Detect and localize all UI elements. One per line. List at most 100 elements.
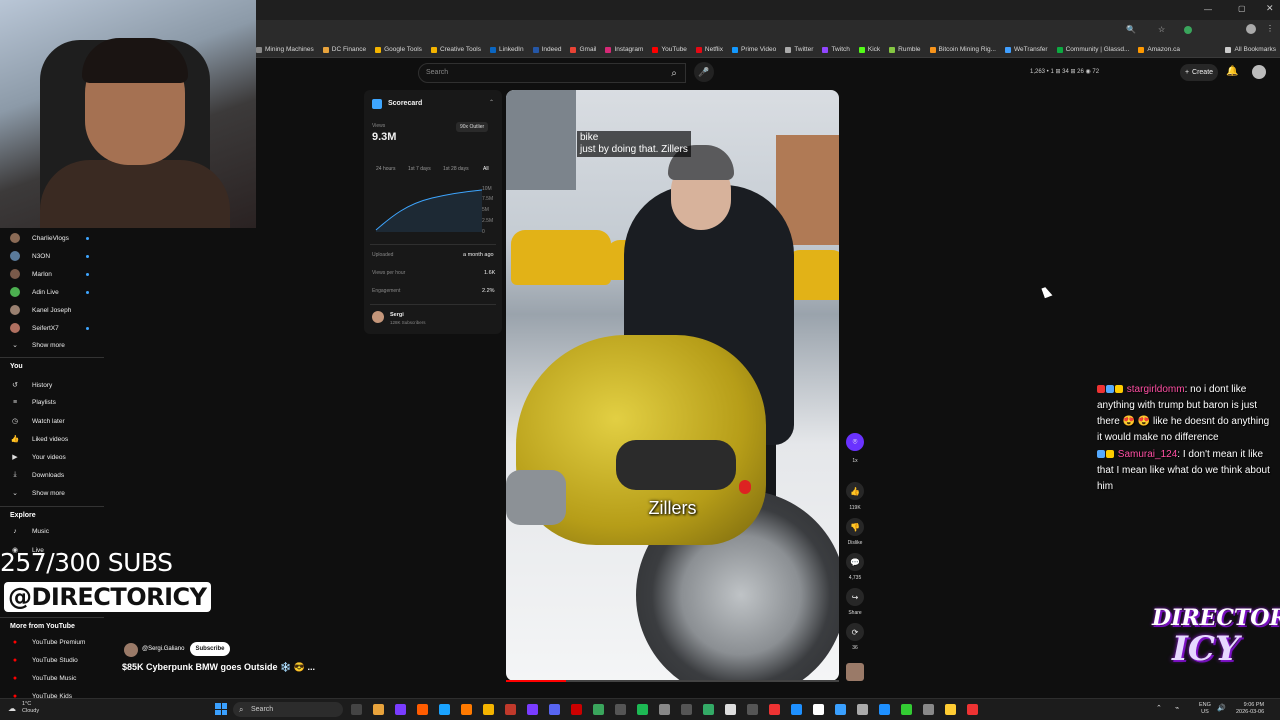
remix-button[interactable]: ⟳ (846, 623, 864, 641)
bookmark-item[interactable]: Prime Video (731, 46, 776, 53)
taskbar-app-icon[interactable] (659, 704, 670, 715)
bookmark-item[interactable]: Mining Machines (256, 46, 314, 53)
taskbar-app-icon[interactable] (439, 704, 450, 715)
sidebar-subscription[interactable]: CharlieVlogs (10, 233, 69, 243)
taskbar-app-icon[interactable] (571, 704, 582, 715)
comments-button[interactable]: 💬 (846, 553, 864, 571)
minimize-icon[interactable]: — (1204, 5, 1212, 14)
video-progress-bar[interactable] (506, 680, 839, 682)
sidebar-item-youtube-music[interactable]: ● YouTube Music (10, 675, 76, 682)
bookmark-item[interactable]: Twitter (785, 46, 813, 53)
sidebar-item-youtube-studio[interactable]: ● YouTube Studio (10, 657, 78, 664)
taskbar-app-icon[interactable] (549, 704, 560, 715)
taskbar-app-icon[interactable] (835, 704, 846, 715)
taskbar-app-icon[interactable] (373, 704, 384, 715)
you-heading[interactable]: You (10, 363, 23, 370)
taskbar-app-icon[interactable] (945, 704, 956, 715)
tab-first-7-days[interactable]: 1st 7 days (408, 166, 431, 172)
taskbar-app-icon[interactable] (681, 704, 692, 715)
maximize-icon[interactable]: ▢ (1238, 4, 1246, 13)
tab-24-hours[interactable]: 24 hours (376, 166, 395, 172)
bookmark-item[interactable]: Netflix (695, 46, 723, 53)
speed-label[interactable]: 1x (840, 458, 870, 464)
sidebar-subscription[interactable]: SeifertX7 (10, 323, 59, 333)
taskbar-app-icon[interactable] (769, 704, 780, 715)
bookmark-item[interactable]: Rumble (889, 46, 921, 53)
bookmark-item[interactable]: Instagram (605, 46, 643, 53)
taskbar-app-icon[interactable] (417, 704, 428, 715)
bookmark-item[interactable]: Google Tools (375, 46, 422, 53)
taskbar-app-icon[interactable] (813, 704, 824, 715)
network-icon[interactable]: ⌁ (1175, 704, 1179, 712)
taskbar-app-icon[interactable] (351, 704, 362, 715)
voice-search-button[interactable]: 🎤 (694, 62, 714, 82)
show-more-button[interactable]: ⌄ Show more (10, 341, 65, 350)
notifications-bell-icon[interactable]: 🔔 (1226, 66, 1238, 77)
sidebar-item-downloads[interactable]: ⤓ Downloads (10, 471, 64, 479)
subscribe-button[interactable]: Subscribe (190, 642, 230, 656)
bookmark-item[interactable]: All Bookmarks (1225, 46, 1276, 53)
bookmark-item[interactable]: Community | Glassd... (1056, 46, 1129, 53)
bookmark-item[interactable]: Kick (858, 46, 880, 53)
volume-icon[interactable]: 🔊 (1217, 704, 1226, 712)
extension-rail-icon[interactable]: ⌾ (846, 433, 864, 451)
taskbar-app-icon[interactable] (593, 704, 604, 715)
account-avatar[interactable] (1252, 65, 1266, 79)
bookmark-item[interactable]: Bitcoin Mining Rig... (929, 46, 996, 53)
taskbar-app-icon[interactable] (615, 704, 626, 715)
taskbar-app-icon[interactable] (637, 704, 648, 715)
bookmark-item[interactable]: DC Finance (322, 46, 366, 53)
sidebar-subscription[interactable]: Adin Live (10, 287, 59, 297)
taskbar-app-icon[interactable] (857, 704, 868, 715)
taskbar-app-icon[interactable] (923, 704, 934, 715)
search-input[interactable]: Search (418, 63, 686, 83)
taskbar-app-icon[interactable] (901, 704, 912, 715)
taskbar-app-icon[interactable] (461, 704, 472, 715)
bookmark-item[interactable]: Creative Tools (430, 46, 481, 53)
video-channel-name[interactable]: @Sergi.Galiano (142, 646, 184, 652)
taskbar-app-icon[interactable] (879, 704, 890, 715)
sidebar-item-watch-later[interactable]: ◷ Watch later (10, 417, 65, 426)
taskbar-app-icon[interactable] (527, 704, 538, 715)
tab-first-28-days[interactable]: 1st 28 days (443, 166, 469, 172)
sound-thumbnail[interactable] (846, 663, 864, 681)
search-button[interactable]: ⌕ (662, 63, 686, 83)
sidebar-subscription[interactable]: Marlon (10, 269, 52, 279)
taskbar-app-icon[interactable] (725, 704, 736, 715)
sidebar-item-your-videos[interactable]: ▶ Your videos (10, 453, 65, 462)
star-icon[interactable]: ☆ (1158, 25, 1165, 34)
like-button[interactable]: 👍 (846, 482, 864, 500)
show-more-button[interactable]: ⌄ Show more (10, 489, 65, 498)
menu-icon[interactable]: ⋮ (1266, 24, 1274, 33)
sidebar-item-playlists[interactable]: ≡ Playlists (10, 399, 56, 406)
bookmark-item[interactable]: LinkedIn (490, 46, 524, 53)
chevron-up-icon[interactable]: ⌃ (1156, 704, 1162, 712)
start-button[interactable] (215, 703, 227, 715)
taskbar-app-icon[interactable] (483, 704, 494, 715)
share-button[interactable]: ↪ (846, 588, 864, 606)
short-video-player[interactable]: bike just by doing that. Zillers Zillers (506, 90, 839, 681)
bookmark-item[interactable]: Amazon.ca (1138, 46, 1180, 53)
extension-icon[interactable] (1184, 26, 1192, 34)
video-channel-avatar[interactable] (124, 643, 138, 657)
system-clock[interactable]: 9:06 PM 2026-03-06 (1236, 702, 1264, 716)
dislike-button[interactable]: 👎 (846, 518, 864, 536)
close-icon[interactable]: ✕ (1266, 3, 1274, 14)
taskbar-search[interactable]: ⌕ Search (233, 702, 343, 717)
sidebar-item-music[interactable]: ♪ Music (10, 528, 49, 535)
taskbar-app-icon[interactable] (395, 704, 406, 715)
taskbar-app-icon[interactable] (967, 704, 978, 715)
sidebar-item-history[interactable]: ↺ History (10, 381, 52, 390)
language-indicator[interactable]: ENG US (1199, 702, 1211, 716)
sidebar-subscription[interactable]: Kanel Joseph (10, 305, 71, 315)
video-title[interactable]: $85K Cyberpunk BMW goes Outside ❄️ 😎 ... (122, 662, 315, 673)
taskbar-app-icon[interactable] (747, 704, 758, 715)
tab-all[interactable]: All (483, 166, 489, 172)
zoom-icon[interactable]: 🔍 (1126, 25, 1136, 34)
taskbar-app-icon[interactable] (505, 704, 516, 715)
sidebar-item-youtube-premium[interactable]: ● YouTube Premium (10, 639, 85, 646)
profile-icon[interactable] (1246, 24, 1256, 34)
bookmark-item[interactable]: YouTube (652, 46, 687, 53)
bookmark-item[interactable]: WeTransfer (1005, 46, 1048, 53)
sidebar-item-liked-videos[interactable]: 👍 Liked videos (10, 435, 69, 444)
